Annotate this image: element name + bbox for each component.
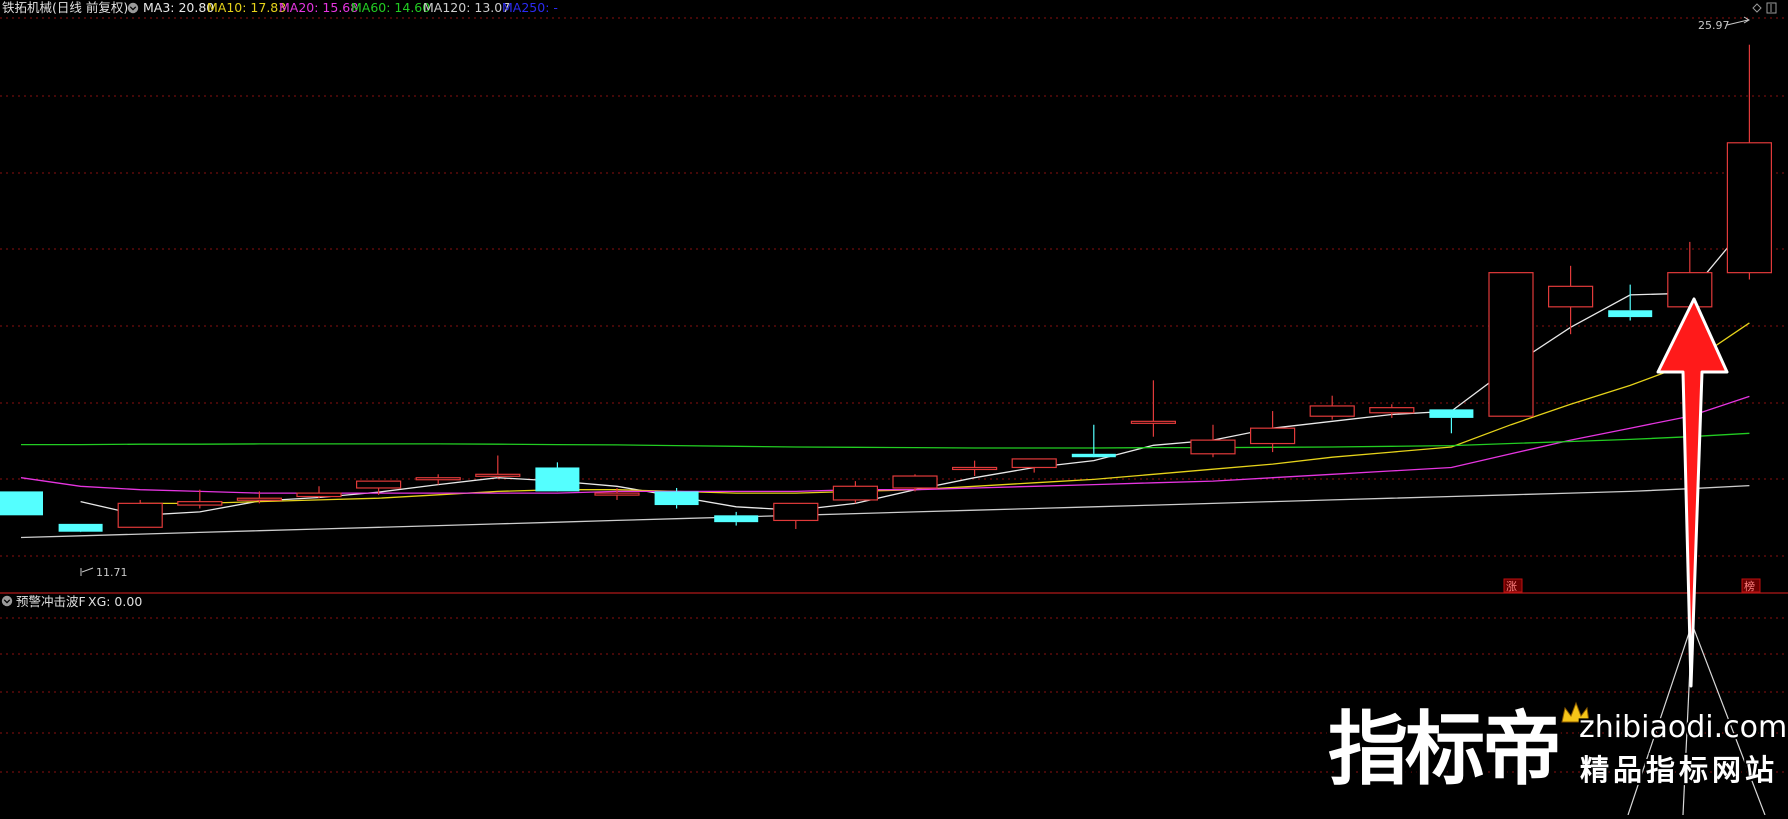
candle-body: [1130, 420, 1177, 424]
candle-body: [0, 491, 43, 516]
watermark-brand: 指标帝: [1328, 703, 1559, 796]
candle-body: [892, 475, 938, 489]
kline-chart-svg: 铁拓机械(日线 前复权) MA3: 20.80 MA10: 17.83 MA20…: [0, 0, 1788, 816]
candle-body: [1190, 439, 1236, 455]
candle-body: [594, 492, 640, 496]
candle-body: [1667, 272, 1713, 308]
chevron-down-icon[interactable]: [127, 2, 139, 14]
indicator-title: 预警冲击波F: [16, 594, 86, 609]
candle-body: [117, 502, 163, 528]
limit-up-marker: 涨: [1503, 578, 1523, 593]
candle-body: [1369, 407, 1415, 414]
watermark-domain: zhibiaodi.com: [1579, 710, 1787, 745]
candle-body: [832, 485, 879, 501]
settings-toggle[interactable]: [127, 2, 139, 14]
ma-readout-ma3: MA3: 20.80: [143, 0, 214, 15]
candle-body: [773, 502, 819, 522]
candle-body: [356, 480, 402, 489]
marker-text: 涨: [1506, 580, 1517, 593]
candle-body: [1071, 453, 1116, 458]
chevron-down-icon[interactable]: [1, 595, 13, 607]
candle-up: [1488, 272, 1534, 417]
candle-body: [1488, 272, 1534, 417]
candle-body: [415, 477, 461, 481]
stock-title: 铁拓机械(日线 前复权): [2, 0, 128, 15]
candle-up: [117, 499, 163, 528]
candle-body: [535, 467, 580, 492]
ma-readout-ma20: MA20: 15.68: [279, 0, 358, 15]
candle-body: [236, 497, 282, 501]
limit-up-marker: 榜: [1741, 578, 1761, 593]
candle-body: [654, 491, 699, 506]
candle-body: [951, 466, 998, 471]
high-price-label: 25.97: [1698, 19, 1730, 32]
kline-chart-window: 铁拓机械(日线 前复权) MA3: 20.80 MA10: 17.83 MA20…: [0, 0, 1788, 816]
candle-body: [1608, 310, 1653, 318]
candle-body: [1726, 142, 1773, 274]
candle-body: [1429, 409, 1474, 418]
candle-body: [714, 515, 759, 523]
ma-readout-ma120: MA120: 13.07: [423, 0, 510, 15]
indicator-toggle[interactable]: [1, 595, 13, 607]
candle-down: [0, 491, 43, 516]
candle-body: [296, 492, 342, 498]
candle-body: [1011, 458, 1057, 469]
candle-body: [475, 473, 521, 477]
candle-body: [1547, 285, 1594, 308]
candle-down: [58, 523, 103, 533]
low-price-label: 11.71: [96, 566, 128, 579]
watermark-slogan: 精品指标网站: [1580, 753, 1778, 787]
candle-body: [1309, 405, 1355, 417]
candle-body: [1249, 427, 1296, 445]
marker-text: 榜: [1744, 579, 1755, 593]
ma-readout-ma60: MA60: 14.60: [351, 0, 430, 15]
indicator-readout: XG: 0.00: [88, 594, 142, 609]
candle-body: [58, 523, 103, 532]
ma-readouts: MA3: 20.80 MA10: 17.83 MA20: 15.68 MA60:…: [143, 0, 558, 15]
ma-readout-ma250: MA250: -: [502, 0, 558, 15]
candle-body: [177, 501, 223, 506]
ma-readout-ma10: MA10: 17.83: [207, 0, 286, 15]
